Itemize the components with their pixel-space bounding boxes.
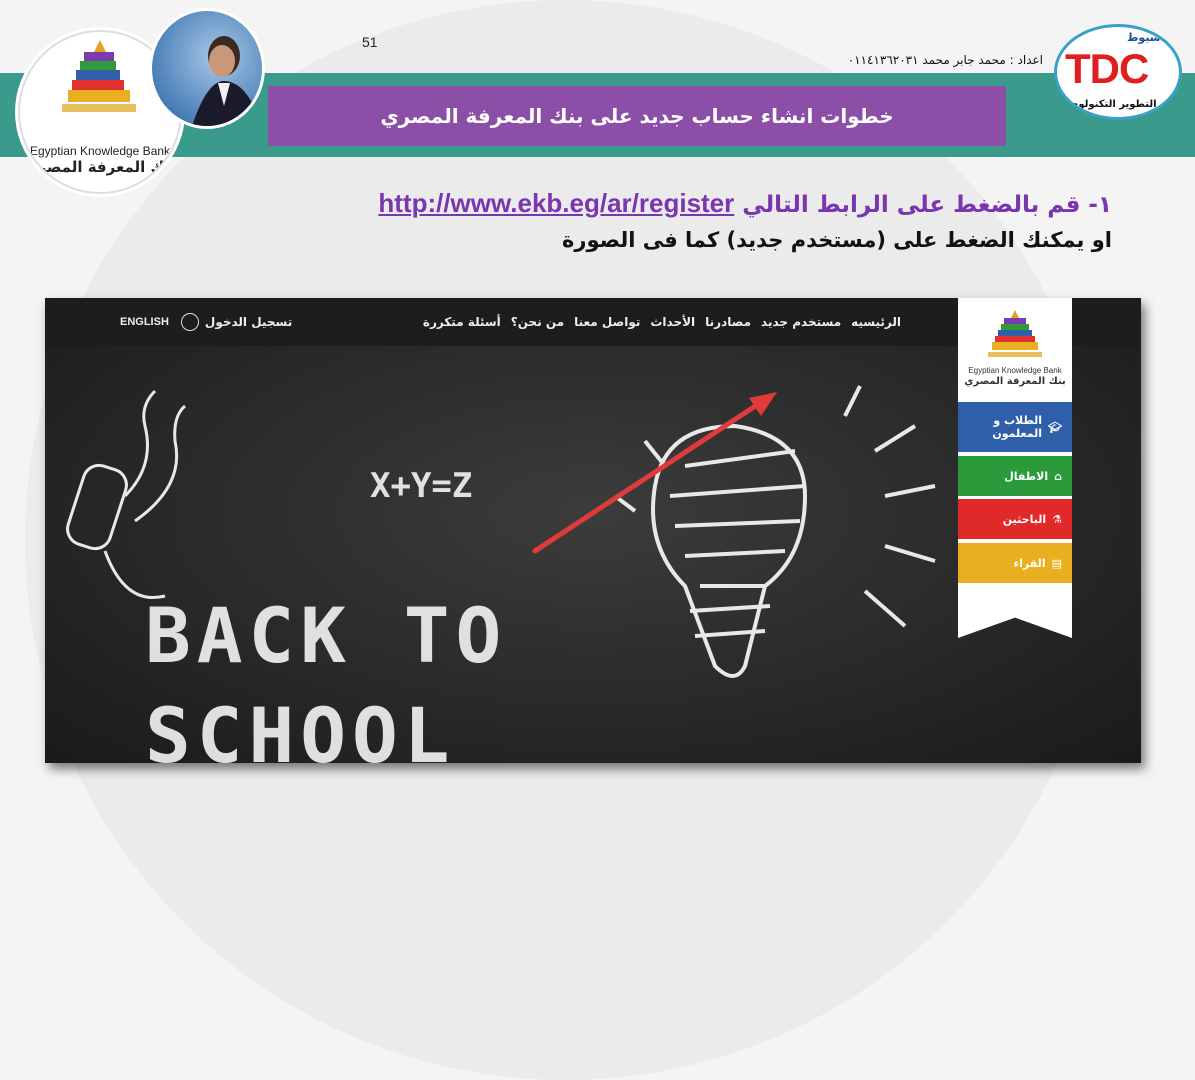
website-screenshot: الرئيسيه مستخدم جديد مصادرنا الأحداث توا… bbox=[45, 298, 1141, 763]
side-item-readers[interactable]: ▤ القراء bbox=[958, 543, 1072, 583]
tdc-city: اسيوط bbox=[1127, 31, 1165, 44]
nav-about[interactable]: من نحن؟ bbox=[511, 315, 564, 329]
instruction-step-1: ١- قم بالضغط على الرابط التالي http://ww… bbox=[378, 188, 1112, 219]
nav-contact[interactable]: تواصل معنا bbox=[574, 315, 640, 329]
side-item-kids-label: الاطفال bbox=[1004, 469, 1049, 483]
login-link[interactable]: تسجيل الدخول bbox=[180, 313, 293, 331]
author-photo bbox=[149, 8, 265, 129]
register-link[interactable]: http://www.ekb.eg/ar/register bbox=[378, 188, 734, 218]
side-item-kids[interactable]: ⌂ الاطفال bbox=[958, 456, 1072, 496]
nav-resources[interactable]: مصادرنا bbox=[705, 315, 751, 329]
title-banner: خطوات انشاء حساب جديد على بنك المعرفة ال… bbox=[268, 86, 1006, 146]
site-side-panel: Egyptian Knowledge Bank بنك المعرفة المص… bbox=[958, 298, 1072, 638]
page-title: خطوات انشاء حساب جديد على بنك المعرفة ال… bbox=[380, 104, 894, 128]
english-link[interactable]: ENGLISH bbox=[120, 316, 169, 328]
side-item-students-label: الطلاب و المعلمون bbox=[992, 414, 1043, 440]
microscope-icon: ⚗ bbox=[1052, 512, 1062, 526]
side-item-readers-label: القراء bbox=[1013, 556, 1046, 570]
site-nav-utility: ENGLISH تسجيل الدخول bbox=[120, 298, 292, 346]
nav-faq[interactable]: أسئلة متكررة bbox=[423, 315, 501, 329]
user-icon bbox=[180, 313, 199, 331]
tdc-name: مركز التطوير التكنولوجي bbox=[1061, 99, 1182, 110]
page-number: 51 bbox=[362, 34, 378, 50]
author-credit: اعداد : محمد جابر محمد ٠١١٤١٣٦٢٠٣١ bbox=[847, 53, 1043, 67]
nav-new-user[interactable]: مستخدم جديد bbox=[761, 315, 841, 329]
house-icon: ⌂ bbox=[1054, 469, 1062, 483]
person-silhouette-icon bbox=[192, 36, 262, 126]
login-label: تسجيل الدخول bbox=[204, 315, 293, 329]
instruction-step-2: او يمكنك الضغط على (مستخدم جديد) كما فى … bbox=[562, 228, 1112, 252]
side-item-students[interactable]: 🎓︎ الطلاب و المعلمون bbox=[958, 402, 1072, 452]
lightbulb-doodle-icon bbox=[613, 385, 936, 678]
tdc-logo: اسيوط TDC مركز التطوير التكنولوجي bbox=[1054, 24, 1182, 120]
nav-home[interactable]: الرئيسيه bbox=[851, 315, 901, 329]
step1-text: ١- قم بالضغط على الرابط التالي bbox=[742, 192, 1112, 218]
graduation-cap-icon: 🎓︎ bbox=[1048, 420, 1062, 434]
site-logo-arabic: بنك المعرفة المصري bbox=[964, 376, 1066, 387]
side-item-researchers[interactable]: ⚗ الباحثين bbox=[958, 499, 1072, 539]
site-logo-icon bbox=[988, 310, 1042, 357]
site-logo-english: Egyptian Knowledge Bank bbox=[968, 366, 1062, 375]
side-item-researchers-label: الباحثين bbox=[1002, 512, 1047, 526]
site-nav-menu: الرئيسيه مستخدم جديد مصادرنا الأحداث توا… bbox=[423, 298, 901, 346]
phone-doodle-icon bbox=[66, 389, 187, 599]
ekb-logo-arabic: بنك المعرفة المصري bbox=[23, 158, 177, 176]
ekb-logo-english: Egyptian Knowledge Bank bbox=[29, 144, 171, 158]
book-icon: ▤ bbox=[1051, 556, 1062, 570]
tdc-wordmark: TDC bbox=[1065, 45, 1149, 92]
nav-events[interactable]: الأحداث bbox=[650, 315, 695, 329]
